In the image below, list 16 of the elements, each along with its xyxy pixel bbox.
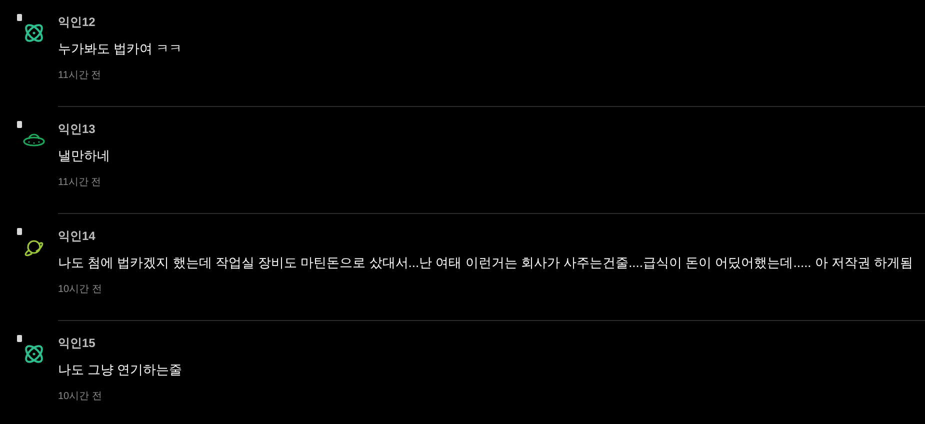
author-name: 익인14 bbox=[58, 228, 96, 244]
comment-text: 낼만하네 bbox=[58, 147, 111, 165]
comment-time: 10시간 전 bbox=[58, 390, 103, 404]
comment-time: 11시간 전 bbox=[58, 176, 102, 190]
author-name: 익인15 bbox=[58, 335, 96, 351]
comment-text: 누가봐도 법카여 ㅋㅋ bbox=[58, 40, 184, 58]
comment-text: 나도 그냥 연기하는줄 bbox=[58, 361, 184, 379]
marker-icon bbox=[17, 335, 22, 342]
comment-time: 11시간 전 bbox=[58, 69, 102, 83]
marker-icon bbox=[17, 228, 22, 235]
comment-time: 10시간 전 bbox=[58, 283, 103, 297]
author-name: 익인13 bbox=[58, 121, 96, 137]
marker-icon bbox=[17, 14, 22, 21]
marker-icon bbox=[17, 121, 22, 128]
comment-text: 나도 첨에 법카겠지 했는데 작업실 장비도 마틴돈으로 샀대서...난 여태 이런거는 회사가 사주는건줄....급식이 돈이 어딨어했는데..... 아 저작권 하게됨 bbox=[58, 254, 914, 272]
author-name: 익인12 bbox=[58, 14, 96, 30]
